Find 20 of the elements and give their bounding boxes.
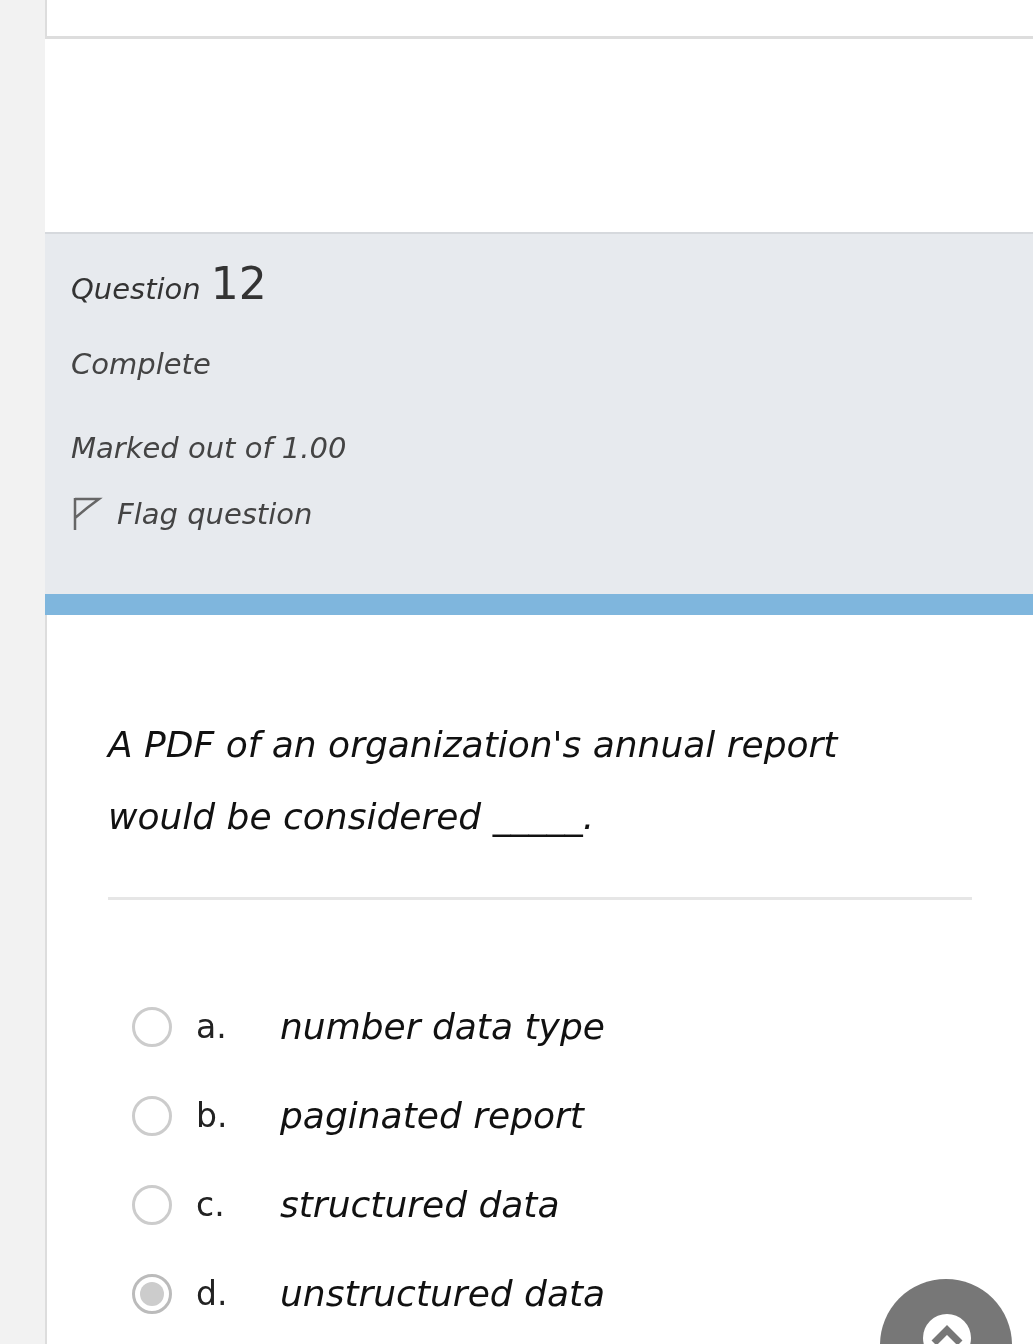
option-text[interactable]: paginated report [280, 1095, 584, 1136]
option-letter: a. [196, 1007, 228, 1046]
radio-button[interactable] [132, 1273, 172, 1314]
question-label: Question [71, 272, 201, 306]
option-letter: b. [196, 1096, 229, 1135]
option-letter: d. [196, 1274, 229, 1313]
radio-button[interactable] [132, 1184, 172, 1225]
option-text[interactable]: structured data [280, 1184, 560, 1225]
radio-button[interactable] [132, 1006, 172, 1047]
chevron-up-icon [922, 1313, 972, 1344]
flag-icon [71, 496, 103, 532]
option-text[interactable]: number data type [280, 1006, 605, 1047]
flag-question-link[interactable]: Flag question [71, 496, 313, 532]
option-text[interactable]: unstructured data [280, 1273, 606, 1314]
question-state: Complete [71, 347, 211, 381]
question-number: 12 [210, 258, 267, 309]
option-letter: c. [196, 1185, 226, 1224]
radio-button[interactable] [132, 1095, 172, 1136]
question-marks: Marked out of 1.00 [71, 431, 347, 465]
question-text: A PDF of an organization's annual report would be considered _____. [108, 723, 840, 839]
